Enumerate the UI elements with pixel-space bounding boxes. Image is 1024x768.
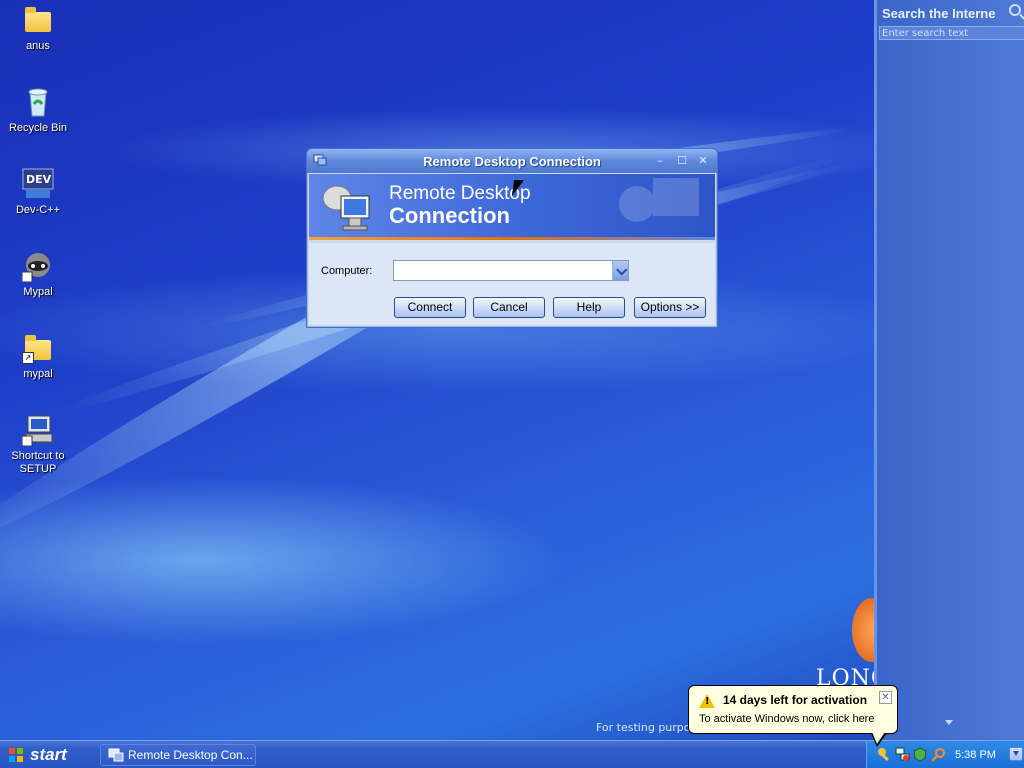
windows-flag-icon [9,748,23,762]
desktop-icon-setup[interactable]: Shortcut to SETUP [0,414,76,476]
testing-watermark: For testing purpose [596,721,704,734]
search-sidebar: Search the Interne Enter search text [874,0,1024,740]
clock[interactable]: 5:38 PM [955,741,996,768]
start-button[interactable]: start [0,741,90,768]
minimize-icon[interactable]: – [653,154,667,168]
security-shield-icon[interactable] [913,747,928,762]
search-input[interactable]: Enter search text [879,26,1024,40]
remote-desktop-app-icon [108,748,124,762]
search-tray-icon[interactable] [931,747,946,762]
banner-title-line1: Remote Desktop [389,183,531,204]
warning-icon: ! [699,694,715,708]
taskbar-item-label: Remote Desktop Con... [128,748,253,762]
start-label: start [30,745,67,764]
computer-label: Computer: [321,265,373,277]
desktop-icon-label: anus [26,40,50,52]
svg-text:DEV: DEV [26,173,52,186]
desktop-icon-label: Recycle Bin [8,122,68,134]
balloon-title: 14 days left for activation [723,693,868,707]
connect-button[interactable]: Connect [394,297,466,318]
banner: Remote Desktop Connection [309,174,715,240]
balloon-text[interactable]: To activate Windows now, click here [699,713,874,725]
close-icon[interactable]: ✕ [696,154,710,168]
activation-balloon[interactable]: ! 14 days left for activation To activat… [688,685,898,747]
remote-desktop-window: Remote Desktop Connection – ☐ ✕ Remote D… [306,148,718,328]
setup-shortcut-icon [21,414,54,447]
banner-title-line2: Connection [389,203,510,228]
banner-watermark-icon [619,178,699,222]
close-icon[interactable]: ✕ [879,691,892,704]
desktop-icon-label: Dev-C++ [15,204,61,216]
desktop-icon-dev-cpp[interactable]: DEV Dev-C++ [0,168,76,217]
desktop-icon-label: Shortcut to SETUP [11,450,65,475]
desktop-icon-label: Mypal [23,286,53,298]
dialog-body: Computer: Connect Cancel Help Options >> [309,243,715,325]
system-tray: 5:38 PM [866,741,1024,768]
help-button[interactable]: Help [553,297,625,318]
remote-desktop-banner-icon [322,185,370,231]
desktop: anus Recycle Bin DEV Dev-C++ Mypal ↗ myp… [0,0,1024,740]
desktop-icon-mypal-folder[interactable]: ↗ mypal [0,332,76,381]
desktop-icon-anus[interactable]: anus [0,4,76,53]
chevron-down-icon[interactable] [612,261,628,280]
desktop-icon-recycle-bin[interactable]: Recycle Bin [0,86,76,135]
activation-key-icon[interactable] [877,747,892,762]
recycle-bin-icon [22,86,54,118]
scroll-down-icon[interactable] [945,720,953,725]
folder-icon [22,4,54,36]
title-bar[interactable]: Remote Desktop Connection – ☐ ✕ [307,149,717,173]
mypal-icon [21,250,54,283]
dev-cpp-icon: DEV [22,168,54,200]
banner-stripe [309,237,715,240]
cancel-button[interactable]: Cancel [473,297,545,318]
network-icon[interactable] [895,747,910,762]
tray-expand-icon[interactable] [1009,747,1023,761]
computer-combobox[interactable] [393,260,629,281]
desktop-icon-label: mypal [23,368,53,380]
taskbar-item-remote-desktop[interactable]: Remote Desktop Con... [100,744,256,766]
sidebar-title: Search the Interne [882,6,996,21]
search-icon[interactable] [1009,4,1021,16]
balloon-tail [871,732,887,747]
folder-shortcut-icon: ↗ [22,332,54,364]
options-button[interactable]: Options >> [634,297,706,318]
desktop-icon-mypal[interactable]: Mypal [0,250,76,299]
maximize-icon[interactable]: ☐ [675,154,689,168]
